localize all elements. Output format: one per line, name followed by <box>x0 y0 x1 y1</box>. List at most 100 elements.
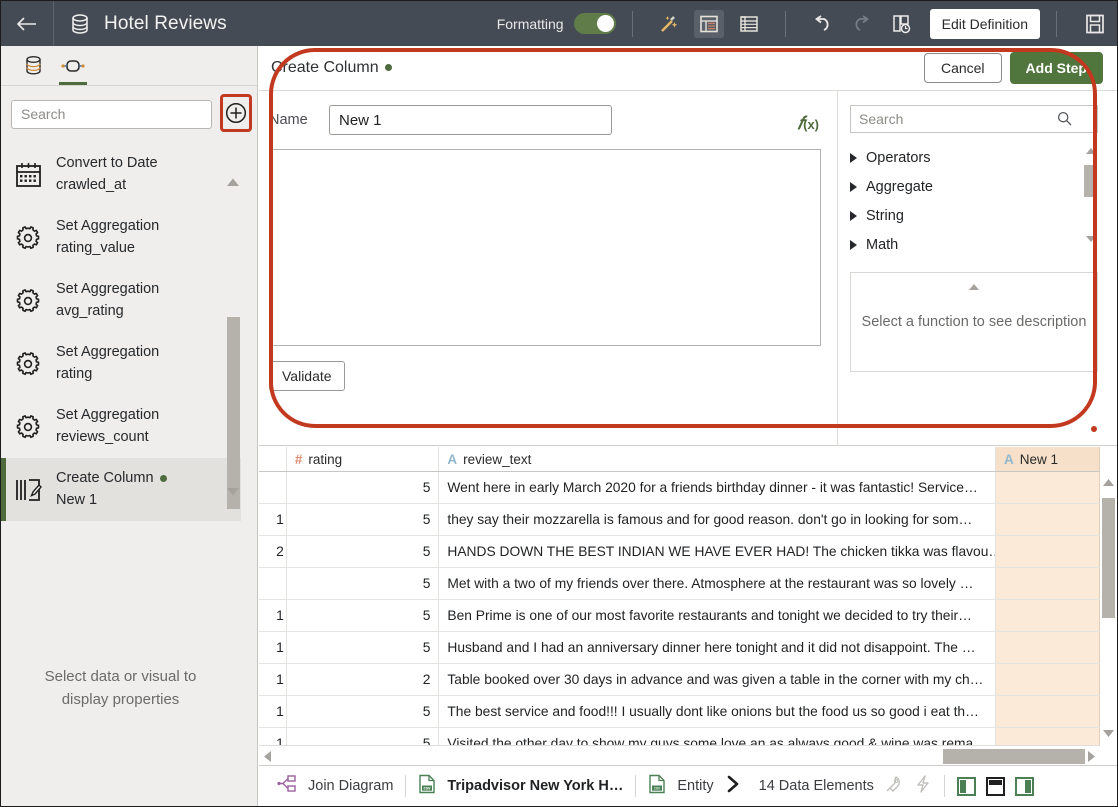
function-list-scroll-down[interactable] <box>1084 233 1098 245</box>
dataset-button[interactable]: csv Tripadvisor New York H… <box>418 774 623 798</box>
grid-scroll-up[interactable] <box>1102 474 1115 492</box>
cell-review-text[interactable]: The best service and food!!! I usually d… <box>439 696 996 727</box>
step-item-create-column[interactable]: Create Column New 1 <box>1 458 241 521</box>
function-list-scroll-up[interactable] <box>1084 145 1098 157</box>
cell-review-text[interactable]: Went here in early March 2020 for a frie… <box>439 472 996 503</box>
function-list-scrollbar-thumb[interactable] <box>1084 165 1097 197</box>
function-category-math[interactable]: Math <box>850 230 1098 259</box>
properties-placeholder: Select data or visual to display propert… <box>1 666 240 711</box>
column-header-new-1[interactable]: A New 1 <box>996 447 1100 471</box>
grid-vertical-scrollbar[interactable] <box>1100 472 1117 745</box>
step-list-scrollbar-thumb[interactable] <box>227 317 240 509</box>
table-row[interactable]: 1 5 Husband and I had an anniversary din… <box>259 632 1100 664</box>
cell-review-text[interactable]: Met with a two of my friends over there.… <box>439 568 996 599</box>
chevron-right-icon <box>850 240 857 250</box>
cell-new-1[interactable] <box>996 504 1100 535</box>
table-row[interactable]: 1 2 Table booked over 30 days in advance… <box>259 664 1100 696</box>
step-title: Convert to Date <box>56 153 158 174</box>
table-row[interactable]: 5 Went here in early March 2020 for a fr… <box>259 472 1100 504</box>
category-label: Math <box>866 237 898 253</box>
step-list-scroll-up[interactable] <box>225 174 241 190</box>
toolbar-divider <box>1056 11 1057 37</box>
cell-review-text[interactable]: Husband and I had an anniversary dinner … <box>439 632 996 663</box>
step-item[interactable]: Set Aggregation reviews_count <box>1 395 241 458</box>
step-subtitle: rating_value <box>56 238 159 259</box>
cell-rating[interactable]: 5 <box>287 504 440 535</box>
bolt-icon[interactable] <box>914 774 932 799</box>
category-label: Aggregate <box>866 179 933 195</box>
chevron-right-icon[interactable] <box>725 775 741 797</box>
save-button[interactable] <box>1073 13 1117 35</box>
cell-rating[interactable]: 5 <box>287 536 440 567</box>
grid-horizontal-scrollbar-thumb[interactable] <box>943 749 1085 764</box>
cell-new-1[interactable] <box>996 600 1100 631</box>
function-category-operators[interactable]: Operators <box>850 143 1098 172</box>
rocket-icon[interactable] <box>884 774 904 799</box>
step-item[interactable]: Convert to Date crawled_at <box>1 143 241 206</box>
column-header-review-text[interactable]: A review_text <box>439 447 996 471</box>
formula-editor-area: Name 𝑓(x) Validate <box>259 91 837 446</box>
formula-input[interactable] <box>269 149 821 346</box>
cell-new-1[interactable] <box>996 472 1100 503</box>
layout-split-icon[interactable] <box>986 777 1005 796</box>
grid-scroll-down[interactable] <box>1102 725 1115 743</box>
sidebar-tab-data-source[interactable] <box>13 46 53 85</box>
grid-vertical-scrollbar-thumb[interactable] <box>1102 498 1115 618</box>
undo-icon[interactable] <box>807 10 837 38</box>
search-input[interactable] <box>11 100 212 129</box>
add-step-button[interactable]: Add Step <box>1010 52 1103 84</box>
step-list-scroll-down[interactable] <box>225 484 241 500</box>
back-button[interactable] <box>1 1 53 46</box>
cell-rating[interactable]: 5 <box>287 600 440 631</box>
table-row[interactable]: 1 5 The best service and food!!! I usual… <box>259 696 1100 728</box>
table-row[interactable]: 1 5 they say their mozzarella is famous … <box>259 504 1100 536</box>
cell-new-1[interactable] <box>996 696 1100 727</box>
edit-definition-button[interactable]: Edit Definition <box>930 9 1040 39</box>
cancel-button[interactable]: Cancel <box>924 53 1002 83</box>
string-type-icon: A <box>447 452 457 467</box>
layout-right-icon[interactable] <box>1015 777 1034 796</box>
function-category-aggregate[interactable]: Aggregate <box>850 172 1098 201</box>
step-item[interactable]: Set Aggregation rating <box>1 332 241 395</box>
toolbar-right-group: Formatting <box>497 1 1117 46</box>
cell-rating[interactable]: 5 <box>287 568 440 599</box>
table-row[interactable]: 2 5 HANDS DOWN THE BEST INDIAN WE HAVE E… <box>259 536 1100 568</box>
cell-row-index: 1 <box>259 600 287 631</box>
cell-new-1[interactable] <box>996 536 1100 567</box>
cell-rating[interactable]: 2 <box>287 664 440 695</box>
column-name-input[interactable] <box>329 105 612 135</box>
column-header-rating[interactable]: # rating <box>287 447 440 471</box>
formatting-toggle[interactable] <box>574 13 616 34</box>
magic-wand-icon[interactable] <box>654 10 684 38</box>
cell-new-1[interactable] <box>996 664 1100 695</box>
sidebar-tab-transform[interactable] <box>53 46 93 85</box>
description-scroll-up[interactable] <box>968 279 980 295</box>
cell-review-text[interactable]: they say their mozzarella is famous and … <box>439 504 996 535</box>
cell-review-text[interactable]: Ben Prime is one of our most favorite re… <box>439 600 996 631</box>
cell-new-1[interactable] <box>996 568 1100 599</box>
grid-view-icon[interactable] <box>694 10 724 38</box>
status-action-icons <box>884 774 932 799</box>
status-divider <box>405 775 406 797</box>
lineage-icon[interactable] <box>887 10 917 38</box>
function-category-string[interactable]: String <box>850 201 1098 230</box>
layout-left-icon[interactable] <box>957 777 976 796</box>
step-title: Set Aggregation <box>56 342 159 363</box>
table-row[interactable]: 5 Met with a two of my friends over ther… <box>259 568 1100 600</box>
add-step-button[interactable] <box>223 100 249 126</box>
search-icon <box>1057 111 1072 131</box>
step-item[interactable]: Set Aggregation rating_value <box>1 206 241 269</box>
cell-rating[interactable]: 5 <box>287 472 440 503</box>
cell-review-text[interactable]: Table booked over 30 days in advance and… <box>439 664 996 695</box>
table-row[interactable]: 1 5 Ben Prime is one of our most favorit… <box>259 600 1100 632</box>
entity-button[interactable]: csv Entity <box>648 774 740 798</box>
step-item[interactable]: Set Aggregation avg_rating <box>1 269 241 332</box>
cell-rating[interactable]: 5 <box>287 696 440 727</box>
join-diagram-button[interactable]: Join Diagram <box>277 774 393 798</box>
validate-button[interactable]: Validate <box>269 361 345 391</box>
list-view-icon[interactable] <box>734 10 764 38</box>
cell-rating[interactable]: 5 <box>287 632 440 663</box>
grid-horizontal-scrollbar[interactable] <box>259 745 1100 767</box>
cell-review-text[interactable]: HANDS DOWN THE BEST INDIAN WE HAVE EVER … <box>439 536 996 567</box>
cell-new-1[interactable] <box>996 632 1100 663</box>
